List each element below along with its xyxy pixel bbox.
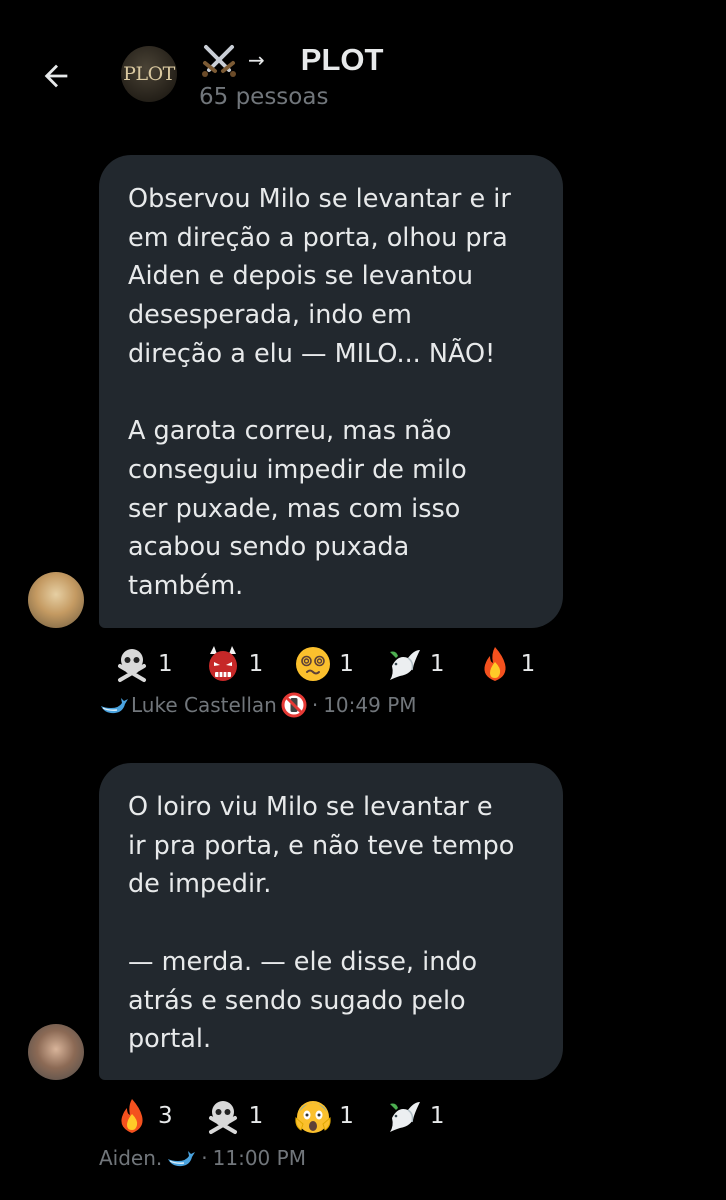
message-bubble[interactable]: O loiro viu Milo se levantar e ir pra po…	[99, 763, 563, 1080]
reaction-count: 1	[339, 651, 354, 677]
reaction-skull[interactable]: 1	[112, 644, 173, 684]
title-arrow: →	[248, 48, 265, 72]
reaction-fire[interactable]: 1	[475, 644, 536, 684]
reaction-dizzy[interactable]: 1	[293, 644, 354, 684]
reaction-count: 1	[339, 1103, 354, 1129]
reaction-count: 3	[158, 1103, 173, 1129]
screaming-face-icon	[295, 1101, 331, 1133]
reaction-ogre[interactable]: 1	[203, 644, 264, 684]
ogre-icon	[208, 646, 237, 681]
no-mobile-phones-icon	[281, 692, 307, 718]
reaction-fire[interactable]: 3	[112, 1096, 173, 1136]
meta-separator: ·	[201, 1146, 208, 1170]
meta-separator: ·	[311, 693, 319, 717]
message-meta: Aiden. · 11:00 PM	[99, 1143, 306, 1173]
message-time: 10:49 PM	[323, 693, 417, 717]
dizzy-face-icon	[296, 647, 331, 681]
group-title[interactable]: → PLOT	[198, 40, 383, 80]
reactions-bar: 1 1 1 1 1	[112, 642, 565, 686]
back-button[interactable]	[36, 56, 76, 96]
dove-icon	[389, 1102, 420, 1132]
fire-icon	[121, 1099, 143, 1133]
whale-icon	[101, 698, 128, 714]
reaction-dove[interactable]: 1	[384, 1096, 445, 1136]
skull-crossbones-icon	[118, 649, 146, 682]
reaction-count: 1	[248, 1103, 264, 1129]
member-count[interactable]: 65 pessoas	[199, 84, 328, 110]
message-time: 11:00 PM	[212, 1146, 306, 1170]
reactions-bar: 3 1 1 1	[112, 1094, 475, 1138]
arrow-left-icon	[44, 64, 68, 88]
skull-crossbones-icon	[208, 1101, 237, 1134]
reaction-scream[interactable]: 1	[293, 1096, 354, 1136]
crossed-swords-icon	[202, 45, 236, 77]
message-meta: Luke Castellan · 10:49 PM	[99, 690, 417, 720]
avatar[interactable]	[28, 1024, 84, 1080]
group-avatar-label: PLOT	[123, 63, 175, 85]
sender-name[interactable]: Aiden.	[99, 1146, 162, 1170]
reaction-count: 1	[429, 1103, 445, 1129]
sender-name[interactable]: Luke Castellan	[131, 693, 277, 717]
reaction-skull[interactable]: 1	[203, 1096, 264, 1136]
reaction-dove[interactable]: 1	[384, 644, 445, 684]
avatar[interactable]	[28, 572, 84, 628]
fire-icon	[484, 647, 506, 681]
reaction-count: 1	[429, 651, 445, 677]
group-avatar[interactable]: PLOT	[121, 46, 177, 102]
dove-icon	[389, 650, 420, 680]
page-title: PLOT	[300, 42, 384, 77]
chat-header: PLOT → PLOT 65 pessoas	[0, 0, 726, 140]
whale-icon	[168, 1151, 196, 1167]
message-bubble[interactable]: Observou Milo se levantar e ir em direçã…	[99, 155, 563, 628]
reaction-count: 1	[158, 651, 173, 677]
reaction-count: 1	[520, 651, 536, 677]
reaction-count: 1	[248, 651, 264, 677]
